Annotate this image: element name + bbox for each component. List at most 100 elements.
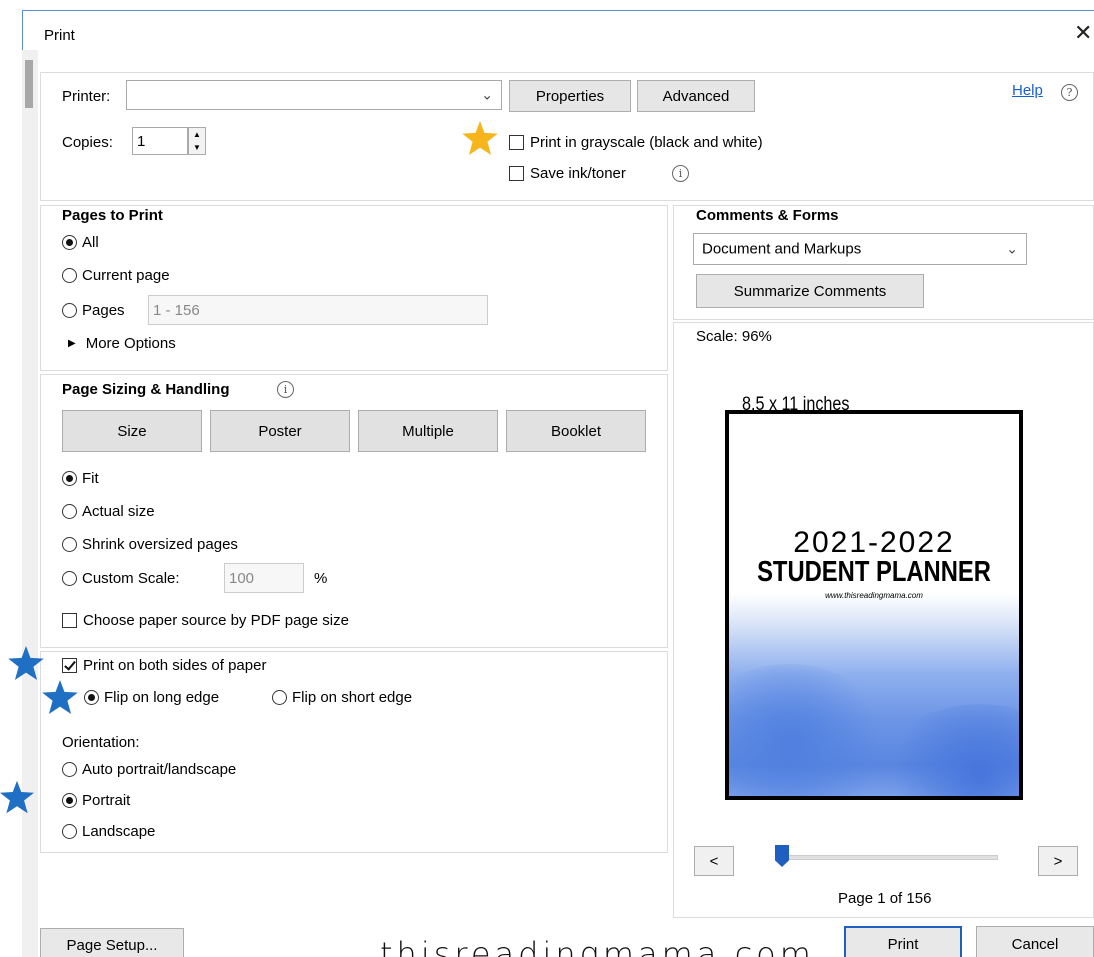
info-icon[interactable]: i (277, 381, 294, 398)
portrait-label: Portrait (82, 792, 131, 809)
prev-page-button[interactable]: < (694, 846, 734, 876)
pages-range-input[interactable]: 1 - 156 (148, 295, 488, 325)
copies-label: Copies: (62, 134, 113, 151)
auto-orientation-label: Auto portrait/landscape (82, 761, 237, 778)
grayscale-checkbox[interactable]: Print in grayscale (black and white) (509, 134, 763, 151)
radio-dot[interactable] (62, 235, 77, 250)
both-sides-label: Print on both sides of paper (83, 657, 267, 674)
comments-select[interactable]: Document and Markups ⌄ (693, 233, 1027, 265)
pages-current-label: Current page (82, 267, 170, 284)
next-page-button[interactable]: > (1038, 846, 1078, 876)
landscape-radio[interactable]: Landscape (62, 823, 155, 840)
left-scrollbar[interactable] (22, 50, 38, 957)
size-button[interactable]: Size (62, 410, 202, 452)
grayscale-label: Print in grayscale (black and white) (530, 134, 763, 151)
paper-source-checkbox[interactable]: Choose paper source by PDF page size (62, 612, 349, 629)
stepper-up-icon[interactable]: ▲ (193, 130, 201, 139)
star-icon (42, 680, 78, 714)
save-ink-box[interactable] (509, 166, 524, 181)
both-sides-box[interactable] (62, 658, 77, 673)
comments-heading: Comments & Forms (696, 207, 839, 224)
properties-button[interactable]: Properties (509, 80, 631, 112)
shrink-label: Shrink oversized pages (82, 536, 238, 553)
custom-scale-radio[interactable]: Custom Scale: (62, 570, 180, 587)
custom-scale-label: Custom Scale: (82, 570, 180, 587)
auto-orientation-radio[interactable]: Auto portrait/landscape (62, 761, 236, 778)
poster-button[interactable]: Poster (210, 410, 350, 452)
more-options-label: More Options (85, 335, 176, 352)
watercolor-shape (879, 704, 1019, 796)
both-sides-checkbox[interactable]: Print on both sides of paper (62, 657, 266, 674)
more-options-toggle[interactable]: ▶ More Options (68, 335, 176, 352)
landscape-label: Landscape (82, 823, 156, 840)
long-edge-label: Flip on long edge (104, 689, 220, 706)
percent-label: % (314, 570, 328, 587)
long-edge-radio[interactable]: Flip on long edge (84, 689, 219, 706)
page-slider-track[interactable] (780, 855, 998, 860)
summarize-comments-button[interactable]: Summarize Comments (696, 274, 924, 308)
preview-title-years: 2021-2022 (793, 526, 955, 559)
pages-range-label: Pages (82, 302, 125, 319)
grayscale-box[interactable] (509, 135, 524, 150)
stepper-down-icon[interactable]: ▼ (193, 143, 201, 152)
preview-title-main: STUDENT PLANNER (757, 556, 991, 588)
short-edge-label: Flip on short edge (292, 689, 413, 706)
actual-size-label: Actual size (82, 503, 155, 520)
pages-range-radio[interactable]: Pages (62, 302, 125, 319)
short-edge-radio[interactable]: Flip on short edge (272, 689, 412, 706)
orientation-heading: Orientation: (62, 734, 140, 751)
page-sizing-heading: Page Sizing & Handling (62, 381, 230, 398)
shrink-radio[interactable]: Shrink oversized pages (62, 536, 238, 553)
page-indicator: Page 1 of 156 (838, 890, 932, 907)
paper-source-label: Choose paper source by PDF page size (83, 612, 349, 629)
copies-stepper[interactable]: ▲ ▼ (188, 127, 206, 155)
radio-dot[interactable] (62, 504, 77, 519)
star-icon (462, 121, 498, 155)
window-title: Print (44, 27, 75, 44)
cancel-button[interactable]: Cancel (976, 926, 1094, 957)
radio-dot[interactable] (62, 303, 77, 318)
radio-dot[interactable] (62, 762, 77, 777)
info-icon[interactable]: i (672, 165, 689, 182)
pages-all-label: All (82, 234, 99, 251)
preview-url: www.thisreadingmama.com (825, 591, 923, 600)
radio-dot[interactable] (272, 690, 287, 705)
comments-value: Document and Markups (702, 240, 862, 258)
help-link[interactable]: Help (1012, 82, 1043, 99)
fit-radio[interactable]: Fit (62, 470, 99, 487)
printer-select[interactable]: ⌄ (126, 80, 502, 110)
watercolor-shape (729, 664, 889, 796)
radio-dot[interactable] (62, 471, 77, 486)
radio-dot[interactable] (84, 690, 99, 705)
portrait-radio[interactable]: Portrait (62, 792, 130, 809)
actual-size-radio[interactable]: Actual size (62, 503, 155, 520)
booklet-button[interactable]: Booklet (506, 410, 646, 452)
page-setup-button[interactable]: Page Setup... (40, 928, 184, 957)
star-icon (8, 646, 44, 680)
scrollbar-thumb[interactable] (25, 60, 33, 108)
radio-dot[interactable] (62, 571, 77, 586)
custom-scale-input[interactable]: 100 (224, 563, 304, 593)
radio-dot[interactable] (62, 537, 77, 552)
pages-current-radio[interactable]: Current page (62, 267, 170, 284)
scale-label: Scale: 96% (696, 328, 772, 345)
copies-input[interactable]: 1 (132, 127, 188, 155)
advanced-button[interactable]: Advanced (637, 80, 755, 112)
close-icon[interactable]: ✕ (1074, 20, 1092, 46)
pages-all-radio[interactable]: All (62, 234, 99, 251)
print-button[interactable]: Print (844, 926, 962, 957)
fit-label: Fit (82, 470, 99, 487)
printer-label: Printer: (62, 88, 111, 105)
radio-dot[interactable] (62, 268, 77, 283)
chevron-down-icon: ⌄ (1006, 240, 1018, 257)
radio-dot[interactable] (62, 793, 77, 808)
multiple-button[interactable]: Multiple (358, 410, 498, 452)
save-ink-checkbox[interactable]: Save ink/toner (509, 165, 626, 182)
pages-to-print-heading: Pages to Print (62, 207, 163, 224)
page-preview: 2021-2022 STUDENT PLANNER www.thisreadin… (725, 410, 1023, 800)
radio-dot[interactable] (62, 824, 77, 839)
save-ink-label: Save ink/toner (530, 165, 626, 182)
help-icon[interactable]: ? (1061, 84, 1078, 101)
paper-source-box[interactable] (62, 613, 77, 628)
chevron-down-icon: ⌄ (481, 86, 493, 103)
